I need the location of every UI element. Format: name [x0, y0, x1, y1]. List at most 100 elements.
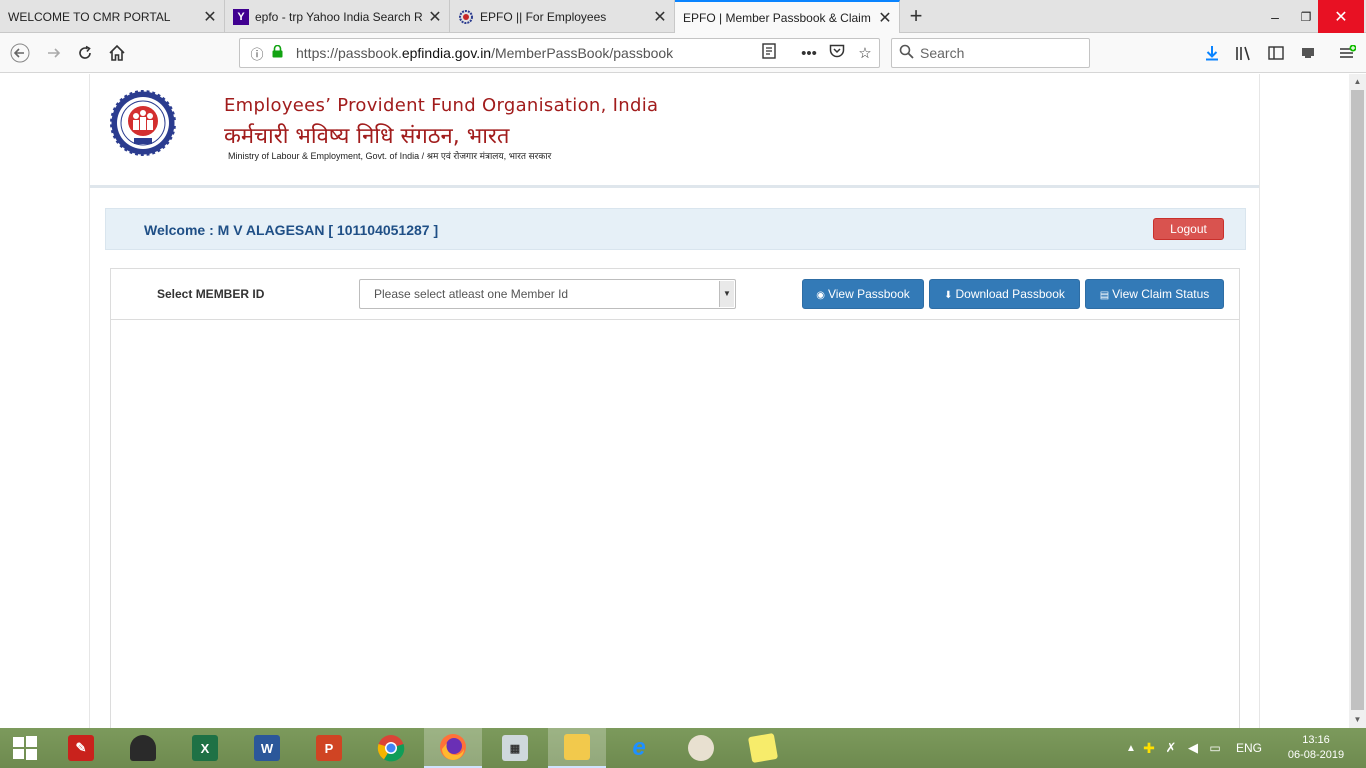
- firefox-icon: [440, 734, 466, 760]
- scroll-up-icon[interactable]: ▲: [1349, 74, 1366, 90]
- menu-icon[interactable]: [1333, 39, 1361, 67]
- ministry-line: Ministry of Labour & Employment, Govt. o…: [228, 151, 552, 161]
- volume-icon[interactable]: ◀: [1182, 740, 1204, 756]
- pocket-icon[interactable]: [823, 44, 851, 62]
- search-icon: [892, 44, 920, 63]
- site-header: Employees’ Provident Fund Organisation, …: [90, 74, 1259, 188]
- search-bar[interactable]: Search: [891, 38, 1090, 68]
- windows-taskbar: ✎ X W P ▦ e ▲ ✚ ✗ ◀ ▭ ENG 13:16 06-08-20…: [0, 728, 1366, 768]
- tab-epfo-employees[interactable]: EPFO || For Employees ✕: [450, 0, 675, 33]
- taskbar-clock[interactable]: 13:16 06-08-2019: [1284, 733, 1348, 763]
- excel-icon: X: [192, 735, 218, 761]
- lock-icon[interactable]: [268, 44, 286, 61]
- system-tray: ▲ ✚ ✗ ◀ ▭ ENG: [1124, 728, 1262, 768]
- home-icon: [109, 44, 125, 61]
- downloads-icon[interactable]: [1198, 39, 1226, 67]
- forward-arrow-icon: [48, 48, 61, 58]
- page-actions-icon[interactable]: •••: [795, 45, 823, 62]
- network-disconnected-icon[interactable]: ✗: [1160, 740, 1182, 756]
- security-shield-icon[interactable]: ✚: [1138, 740, 1160, 757]
- user-icon: [130, 735, 156, 761]
- page-scrollbar[interactable]: ▲ ▼: [1349, 74, 1366, 728]
- library-icon[interactable]: [1230, 39, 1258, 67]
- navigation-bar: ⓘ https://passbook.epfindia.gov.in/Membe…: [0, 33, 1366, 73]
- taskbar-firefox[interactable]: [424, 728, 482, 768]
- tab-strip: WELCOME TO CMR PORTAL ✕ Y epfo - trp Yah…: [0, 0, 1366, 34]
- new-tab-button[interactable]: +: [903, 4, 929, 30]
- view-passbook-button[interactable]: ◉ View Passbook: [802, 279, 924, 309]
- taskbar-acrobat[interactable]: ✎: [52, 728, 110, 768]
- home-button[interactable]: [103, 39, 131, 67]
- taskbar-powerpoint[interactable]: P: [300, 728, 358, 768]
- download-passbook-label: Download Passbook: [955, 287, 1065, 301]
- id-card-icon: ▤: [1099, 290, 1110, 301]
- chevron-down-icon[interactable]: ▼: [719, 281, 734, 307]
- epfo-logo: [108, 88, 178, 158]
- tab-yahoo-search[interactable]: Y epfo - trp Yahoo India Search R ✕: [225, 0, 450, 33]
- org-name-english: Employees’ Provident Fund Organisation, …: [224, 95, 659, 116]
- tab-label: EPFO || For Employees: [480, 9, 607, 24]
- welcome-text: Welcome : M V ALAGESAN [ 101104051287 ]: [144, 222, 439, 238]
- word-icon: W: [254, 735, 280, 761]
- member-id-select-value: Please select atleast one Member Id: [374, 287, 569, 301]
- org-name-hindi: कर्मचारी भविष्य निधि संगठन, भारत: [224, 124, 510, 149]
- tab-member-passbook[interactable]: EPFO | Member Passbook & Claim ✕: [675, 0, 900, 34]
- member-panel-header: Select MEMBER ID Please select atleast o…: [111, 269, 1239, 320]
- member-id-label: Select MEMBER ID: [157, 287, 265, 301]
- tab-label: WELCOME TO CMR PORTAL: [8, 9, 171, 24]
- member-id-select[interactable]: Please select atleast one Member Id ▼: [359, 279, 736, 309]
- paint-palette-icon: [688, 735, 714, 761]
- clock-date: 06-08-2019: [1287, 749, 1345, 761]
- display-icon[interactable]: ▭: [1204, 741, 1226, 755]
- eye-icon: ◉: [816, 290, 825, 301]
- url-text: https://passbook.epfindia.gov.in/MemberP…: [296, 45, 674, 61]
- close-icon[interactable]: ✕: [200, 7, 220, 27]
- view-passbook-label: View Passbook: [827, 287, 910, 301]
- sidebar-icon[interactable]: [1262, 39, 1290, 67]
- view-claim-status-button[interactable]: ▤ View Claim Status: [1085, 279, 1224, 309]
- bookmark-star-icon[interactable]: ☆: [851, 44, 879, 62]
- close-icon[interactable]: ✕: [425, 7, 445, 27]
- address-bar[interactable]: ⓘ https://passbook.epfindia.gov.in/Membe…: [239, 38, 880, 68]
- tab-cmr-portal[interactable]: WELCOME TO CMR PORTAL ✕: [0, 0, 225, 33]
- search-placeholder: Search: [920, 45, 965, 61]
- page-container: Employees’ Provident Fund Organisation, …: [89, 74, 1260, 728]
- taskbar-paint[interactable]: [672, 728, 730, 768]
- acrobat-icon: ✎: [68, 735, 94, 761]
- back-button[interactable]: [6, 39, 34, 67]
- info-icon[interactable]: ⓘ: [246, 44, 268, 63]
- sticky-notes-icon: [747, 732, 779, 764]
- powerpoint-icon: P: [316, 735, 342, 761]
- close-icon[interactable]: ✕: [875, 8, 895, 28]
- download-passbook-button[interactable]: ⬇ Download Passbook: [929, 279, 1080, 309]
- view-claim-status-label: View Claim Status: [1112, 287, 1210, 301]
- reload-button[interactable]: [71, 39, 99, 67]
- clock-time: 13:16: [1302, 734, 1330, 746]
- taskbar-file-explorer[interactable]: [548, 728, 606, 768]
- page-viewport: Employees’ Provident Fund Organisation, …: [0, 74, 1349, 728]
- download-icon: ⬇: [944, 290, 953, 301]
- taskbar-calculator[interactable]: ▦: [486, 728, 544, 768]
- taskbar-sticky-notes[interactable]: [734, 728, 792, 768]
- chrome-icon: [377, 735, 405, 762]
- member-panel: Select MEMBER ID Please select atleast o…: [110, 268, 1240, 728]
- reader-view-icon[interactable]: [755, 43, 783, 63]
- taskbar-internet-explorer[interactable]: e: [610, 728, 668, 768]
- extension-icon[interactable]: [1294, 39, 1322, 67]
- forward-button[interactable]: [40, 39, 68, 67]
- scroll-down-icon[interactable]: ▼: [1349, 712, 1366, 728]
- close-window-button[interactable]: ✕: [1318, 0, 1364, 33]
- taskbar-user[interactable]: [114, 728, 172, 768]
- start-button[interactable]: [0, 728, 50, 768]
- close-icon[interactable]: ✕: [650, 7, 670, 27]
- internet-explorer-icon: e: [632, 734, 646, 761]
- taskbar-word[interactable]: W: [238, 728, 296, 768]
- taskbar-excel[interactable]: X: [176, 728, 234, 768]
- welcome-bar: Welcome : M V ALAGESAN [ 101104051287 ] …: [105, 208, 1246, 250]
- scrollbar-thumb[interactable]: [1351, 90, 1364, 710]
- logout-button[interactable]: Logout: [1153, 218, 1224, 240]
- taskbar-chrome[interactable]: [362, 728, 420, 768]
- windows-start-icon: [13, 736, 37, 760]
- chevron-up-icon[interactable]: ▲: [1124, 743, 1138, 754]
- language-indicator[interactable]: ENG: [1236, 741, 1262, 755]
